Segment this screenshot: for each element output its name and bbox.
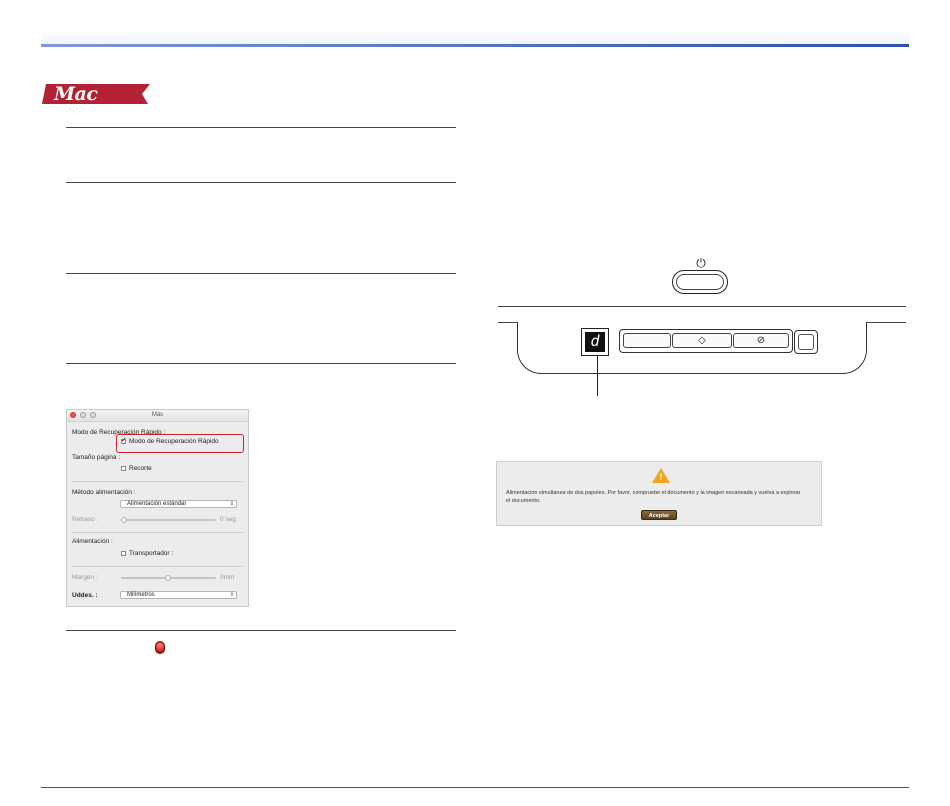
panel-side-button-inner — [798, 334, 814, 350]
delay-slider[interactable] — [121, 519, 216, 521]
divider — [72, 566, 243, 567]
section-rule — [498, 306, 906, 307]
power-button[interactable] — [672, 270, 728, 294]
warning-mark: ! — [659, 472, 663, 482]
feed-method-section-label: Método alimentación : — [72, 489, 136, 496]
feeding-section-label: Alimentación : — [72, 538, 113, 545]
delay-label: Retraso : — [72, 516, 99, 523]
accept-button[interactable]: Aceptar — [641, 510, 677, 520]
power-button-inner — [676, 274, 724, 290]
start-icon: ◇ — [698, 335, 706, 346]
units-label: Uddes. : — [72, 592, 98, 599]
margin-value: 0mm — [220, 574, 235, 581]
mac-badge-label: Mac — [54, 83, 98, 105]
panel-button-group: ◇ ⊘ — [619, 329, 793, 353]
job-number-display: d — [581, 328, 609, 356]
callout-line — [597, 356, 598, 396]
panel-blank-button[interactable] — [623, 333, 671, 348]
alert-message: Alimentacion simultanea de dos papeles. … — [506, 490, 801, 504]
section-rule — [66, 630, 456, 631]
minimize-window-icon[interactable] — [80, 412, 86, 418]
crop-checkbox[interactable] — [121, 466, 126, 471]
feed-method-value: Alimentación estándar — [127, 501, 187, 507]
header-rule — [41, 44, 909, 47]
divider — [72, 481, 243, 482]
units-value: Milímetros — [127, 592, 155, 598]
job-number-digit: d — [585, 332, 605, 352]
page-size-section-label: Tamaño página : — [72, 454, 121, 461]
section-rule — [66, 273, 456, 274]
carrier-checkbox-label: Transportador : — [129, 550, 174, 557]
zoom-window-icon[interactable] — [90, 412, 96, 418]
margin-slider-knob[interactable] — [165, 575, 171, 581]
fast-recovery-checkbox-label: Modo de Recuperación Rápido — [129, 438, 219, 445]
margin-label: Margen : — [72, 574, 98, 581]
footer-rule — [41, 787, 909, 788]
start-button[interactable]: ◇ — [672, 333, 732, 348]
header-shade — [41, 30, 909, 44]
settings-dialog: Más Modo de Recuperación Rápido : Modo d… — [66, 409, 249, 607]
fast-recovery-checkbox[interactable] — [121, 436, 127, 444]
double-feed-alert: ! Alimentacion simultanea de dos papeles… — [496, 461, 822, 526]
close-window-icon[interactable] — [70, 412, 76, 418]
delay-slider-knob[interactable] — [121, 517, 127, 523]
stop-icon: ⊘ — [756, 335, 766, 346]
divider — [72, 532, 243, 533]
popup-arrows-icon: ⇕ — [229, 592, 234, 598]
popup-arrows-icon: ⇕ — [229, 501, 234, 507]
section-rule — [66, 127, 456, 128]
section-rule — [66, 363, 456, 364]
power-icon: ⏻ — [696, 256, 706, 270]
stop-button[interactable]: ⊘ — [733, 333, 789, 348]
feed-method-select[interactable]: Alimentación estándar ⇕ — [120, 500, 237, 508]
units-select[interactable]: Milímetros ⇕ — [120, 591, 237, 599]
carrier-checkbox[interactable] — [121, 551, 126, 556]
section-rule — [66, 182, 456, 183]
red-stop-button-icon — [155, 641, 165, 654]
panel-side-button[interactable] — [794, 330, 818, 354]
crop-checkbox-label: Recorte — [129, 465, 152, 472]
delay-value: 0 seg — [220, 516, 236, 523]
mac-badge: Mac — [42, 83, 150, 105]
